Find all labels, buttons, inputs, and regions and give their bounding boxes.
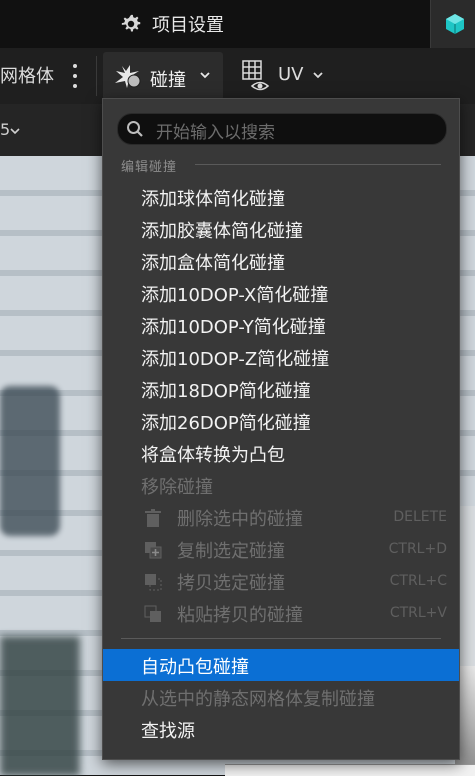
collision-menu-button[interactable]: 碰撞 <box>103 52 223 100</box>
menu-item-label: 粘贴拷贝的碰撞 <box>177 605 303 626</box>
menu-item-label: 从选中的静态网格体复制碰撞 <box>141 689 375 710</box>
copy-icon <box>145 574 162 591</box>
menu-item-label: 查找源 <box>141 721 195 742</box>
tab-strip: 项目设置 <box>0 0 475 48</box>
menu-item-label: 添加球体简化碰撞 <box>141 189 285 210</box>
chevron-down-icon <box>313 72 323 79</box>
menu-item-add-sphere-collision[interactable]: 添加球体简化碰撞 <box>103 181 459 213</box>
menu-item-label: 添加胶囊体简化碰撞 <box>141 221 303 242</box>
trash-icon <box>145 509 161 527</box>
menu-item-label: 拷贝选定碰撞 <box>177 573 285 594</box>
menu-item-paste-copied-collision[interactable]: 粘贴拷贝的碰撞 CTRL+V <box>103 597 459 629</box>
uv-grid-icon <box>242 60 270 91</box>
paste-icon <box>144 605 161 622</box>
chevron-down-icon <box>200 72 210 79</box>
section-label-edit-collision: 编辑碰撞 <box>121 160 178 175</box>
menu-item-remove-collision[interactable]: 移除碰撞 <box>103 469 459 501</box>
shortcut-label: DELETE <box>393 509 447 525</box>
menu-item-delete-selected-collision[interactable]: 删除选中的碰撞 DELETE <box>103 501 459 533</box>
toolbar-separator <box>96 56 97 96</box>
menu-item-add-capsule-collision[interactable]: 添加胶囊体简化碰撞 <box>103 213 459 245</box>
menu-item-add-26dop[interactable]: 添加26DOP简化碰撞 <box>103 405 459 437</box>
search-placeholder: 开始输入以搜索 <box>156 123 275 143</box>
menu-item-label: 将盒体转换为凸包 <box>141 445 285 466</box>
viewport-option-fragment[interactable]: 5 <box>0 120 10 139</box>
menu-item-label: 删除选中的碰撞 <box>177 509 303 530</box>
menu-item-duplicate-selected-collision[interactable]: 复制选定碰撞 CTRL+D <box>103 533 459 565</box>
collision-icon <box>115 65 141 88</box>
menu-item-find-source[interactable]: 查找源 <box>103 713 459 745</box>
menu-divider <box>121 638 441 639</box>
duplicate-icon <box>145 542 162 559</box>
viewport-scenery <box>0 636 80 776</box>
menu-item-label: 添加10DOP-Y简化碰撞 <box>141 317 326 338</box>
shortcut-label: CTRL+V <box>389 605 447 621</box>
shortcut-label: CTRL+D <box>388 541 447 557</box>
collision-dropdown-menu: 开始输入以搜索 编辑碰撞 添加球体简化碰撞 添加胶囊体简化碰撞 添加盒体简化碰撞… <box>102 98 460 760</box>
menu-item-label: 复制选定碰撞 <box>177 541 285 562</box>
shortcut-label: CTRL+C <box>389 573 447 589</box>
mesh-menu-label[interactable]: 网格体 <box>0 62 54 88</box>
menu-item-copy-selected-collision[interactable]: 拷贝选定碰撞 CTRL+C <box>103 565 459 597</box>
viewport-scenery <box>0 386 60 536</box>
menu-item-add-box-collision[interactable]: 添加盒体简化碰撞 <box>103 245 459 277</box>
gear-icon <box>121 14 141 32</box>
menu-item-add-10dop-z[interactable]: 添加10DOP-Z简化碰撞 <box>103 341 459 373</box>
menu-item-convert-box-to-convex[interactable]: 将盒体转换为凸包 <box>103 437 459 469</box>
tab-static-mesh-editor[interactable] <box>430 0 475 48</box>
menu-item-add-10dop-y[interactable]: 添加10DOP-Y简化碰撞 <box>103 309 459 341</box>
collision-menu-label: 碰撞 <box>150 70 186 91</box>
static-mesh-icon <box>446 14 464 34</box>
menu-search-input[interactable]: 开始输入以搜索 <box>117 113 447 145</box>
menu-item-label: 自动凸包碰撞 <box>141 657 249 678</box>
viewport-panel-edge <box>225 764 475 776</box>
section-divider <box>195 164 441 165</box>
menu-item-label: 添加10DOP-X简化碰撞 <box>141 285 329 306</box>
menu-item-label: 添加盒体简化碰撞 <box>141 253 285 274</box>
search-icon <box>127 121 143 137</box>
uv-menu-label: UV <box>278 64 304 85</box>
editor-toolbar: 网格体 碰撞 UV <box>0 48 475 104</box>
menu-item-label: 添加26DOP简化碰撞 <box>141 413 311 434</box>
chevron-down-icon <box>10 128 20 135</box>
menu-item-label: 添加10DOP-Z简化碰撞 <box>141 349 330 370</box>
menu-item-label: 移除碰撞 <box>141 477 213 498</box>
menu-item-copy-collision-from-selected-mesh[interactable]: 从选中的静态网格体复制碰撞 <box>103 681 459 713</box>
tab-project-settings[interactable]: 项目设置 <box>120 10 224 38</box>
more-options-icon[interactable] <box>70 64 80 88</box>
menu-item-auto-convex-collision[interactable]: 自动凸包碰撞 <box>103 649 459 681</box>
tab-project-settings-label: 项目设置 <box>152 15 224 36</box>
menu-item-add-10dop-x[interactable]: 添加10DOP-X简化碰撞 <box>103 277 459 309</box>
menu-item-label: 添加18DOP简化碰撞 <box>141 381 311 402</box>
menu-item-add-18dop[interactable]: 添加18DOP简化碰撞 <box>103 373 459 405</box>
